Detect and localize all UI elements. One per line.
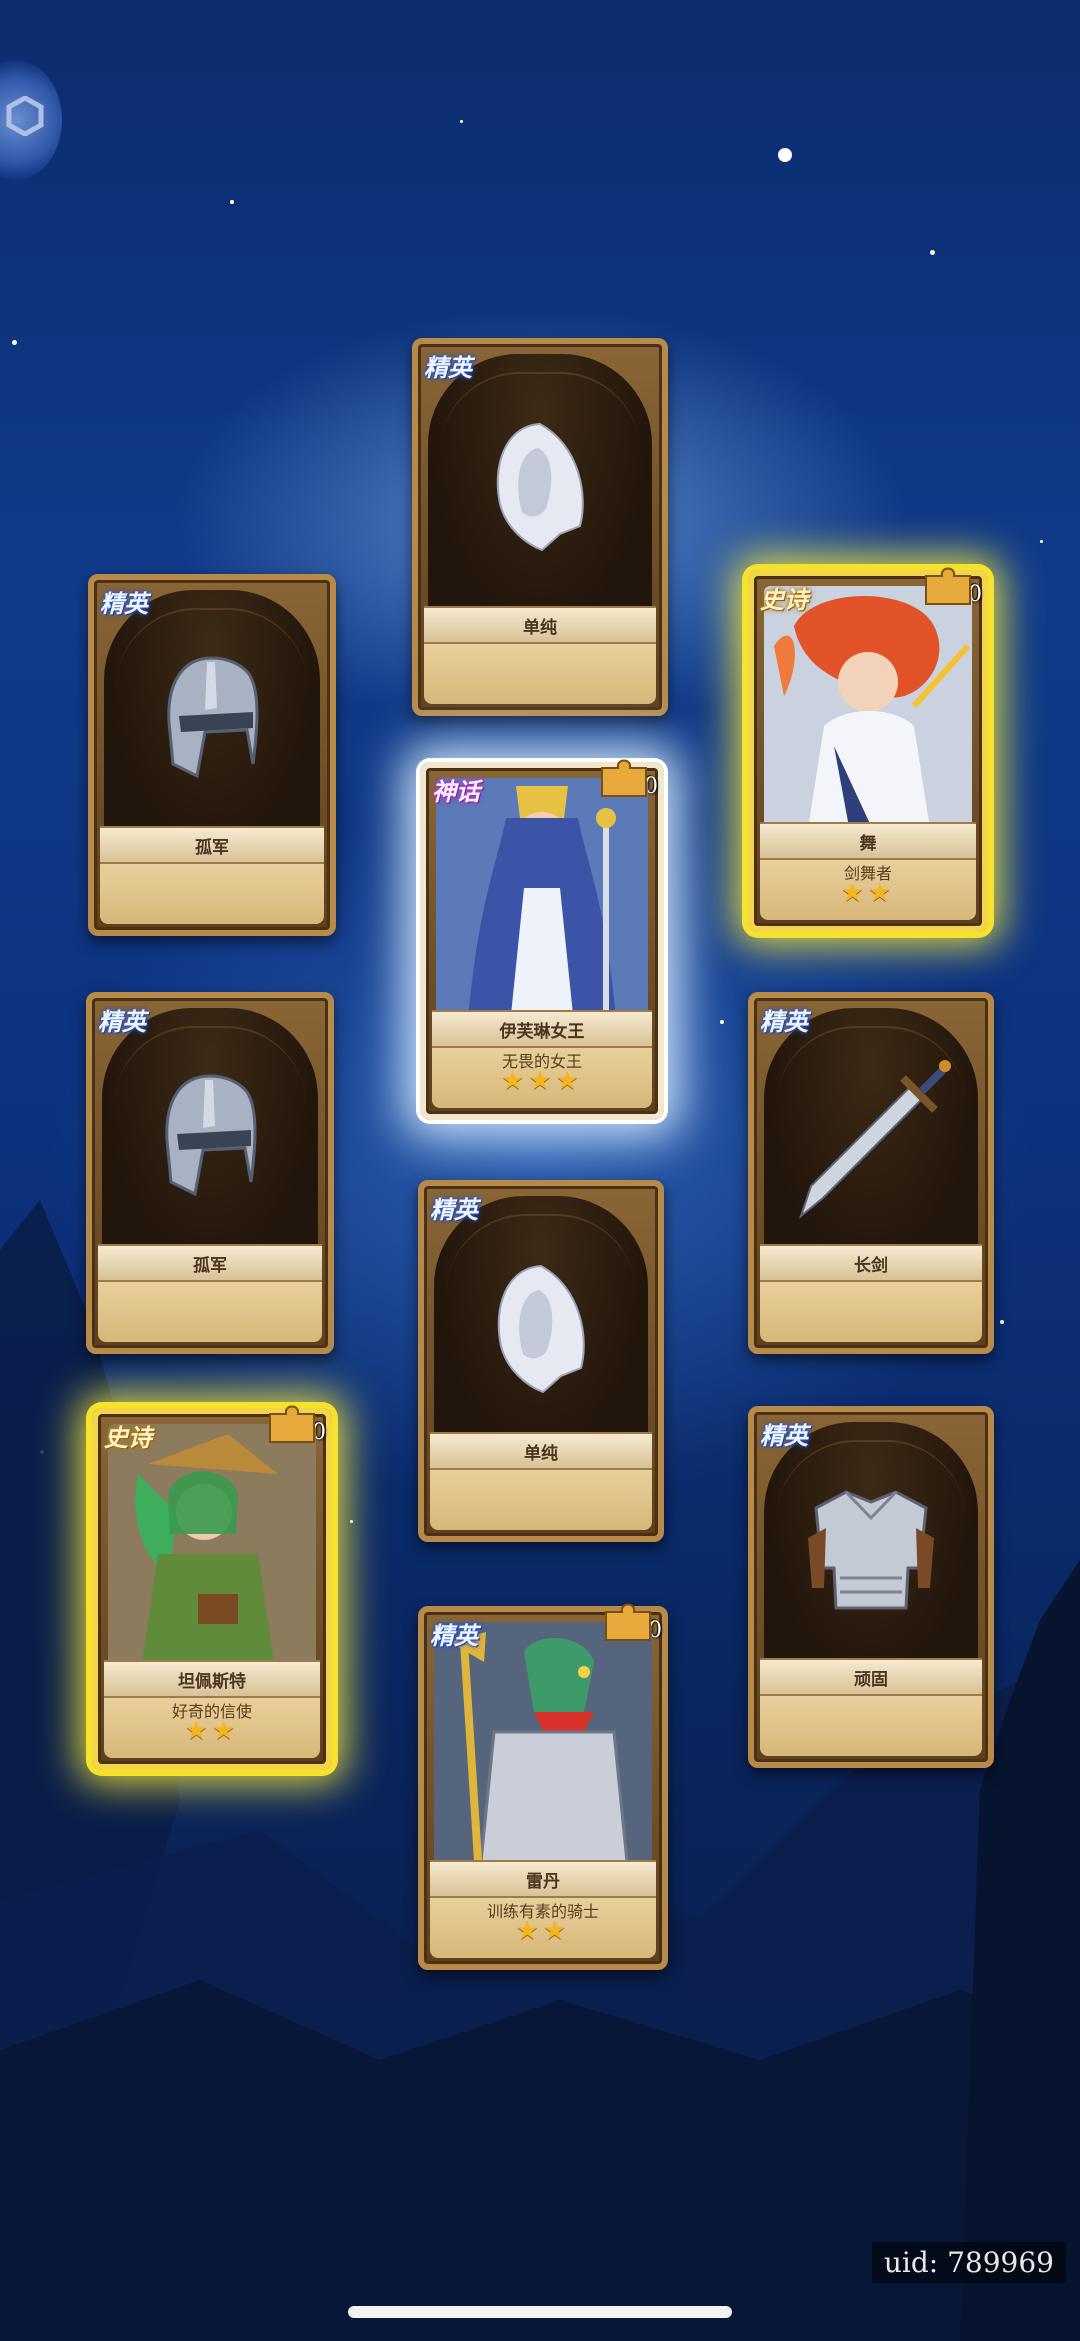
- card-rarity-label: 神话: [432, 778, 480, 806]
- card-art-frame: [434, 1196, 648, 1464]
- card-c9[interactable]: 精英 顽固: [748, 1406, 994, 1768]
- queen-portrait: [436, 778, 648, 1042]
- card-name: 孤军: [100, 826, 324, 864]
- card-art-frame: [436, 778, 648, 1042]
- knight-portrait: [434, 1622, 652, 1892]
- dancer-portrait: [764, 586, 972, 854]
- card-name: 坦佩斯特: [104, 1660, 320, 1698]
- card-foot: 雷丹 训练有素的骑士 ★★: [430, 1860, 656, 1958]
- card-c3[interactable]: 史诗 20 舞 剑舞者 ★★: [748, 567, 988, 932]
- card-name: 顽固: [760, 1658, 982, 1696]
- card-c5[interactable]: 精英 孤军: [86, 992, 334, 1354]
- card-art-frame: [108, 1424, 316, 1692]
- card-rarity-label: 精英: [760, 1422, 808, 1450]
- card-art-frame: [428, 354, 652, 638]
- card-foot: 舞 剑舞者 ★★: [760, 822, 976, 920]
- card-foot: 单纯: [430, 1432, 652, 1530]
- card-stars: ★★: [840, 878, 896, 908]
- card-c8[interactable]: 史诗 20 坦佩斯特 好奇的信使 ★★: [92, 1405, 332, 1770]
- plate-armor-icon: [808, 1490, 934, 1610]
- card-foot: 坦佩斯特 好奇的信使 ★★: [104, 1660, 320, 1758]
- home-indicator[interactable]: [348, 2306, 732, 2318]
- card-name: 单纯: [424, 606, 656, 644]
- card-name: 舞: [760, 822, 976, 860]
- card-rarity-label: 精英: [430, 1196, 478, 1224]
- steel-helmet-icon: [167, 656, 259, 779]
- card-stars: ★★: [184, 1716, 240, 1746]
- card-stars: ★★★: [501, 1066, 583, 1096]
- card-c6[interactable]: 精英 长剑: [748, 992, 994, 1354]
- card-c4[interactable]: 神话 50 伊芙琳女王 无畏的女王 ★★★: [420, 759, 664, 1120]
- card-foot: 伊芙琳女王 无畏的女王 ★★★: [432, 1010, 652, 1108]
- card-c10[interactable]: 精英 10 雷丹 训练有素的骑士 ★★: [418, 1603, 668, 1970]
- card-art-frame: [764, 1422, 978, 1690]
- card-art-frame: [104, 590, 320, 858]
- white-hood-icon: [496, 422, 584, 552]
- puzzle-piece-icon: [269, 1405, 315, 1443]
- settings-badge-icon[interactable]: [0, 60, 62, 180]
- card-foot: 长剑: [760, 1244, 982, 1342]
- card-foot: 顽固: [760, 1658, 982, 1756]
- card-name: 伊芙琳女王: [432, 1010, 652, 1048]
- card-art-frame: [764, 586, 972, 854]
- card-name: 雷丹: [430, 1860, 656, 1898]
- card-c7[interactable]: 精英 单纯: [418, 1180, 664, 1542]
- puzzle-piece-icon: [925, 567, 971, 605]
- uid-label: uid: 789969: [871, 2242, 1066, 2283]
- card-art-frame: [102, 1008, 318, 1276]
- puzzle-piece-icon: [605, 1603, 651, 1641]
- card-c1[interactable]: 精英 单纯: [412, 338, 668, 716]
- card-rarity-label: 精英: [98, 1008, 146, 1036]
- card-name: 长剑: [760, 1244, 982, 1282]
- card-foot: 孤军: [98, 1244, 322, 1342]
- card-rarity-label: 精英: [760, 1008, 808, 1036]
- messenger-portrait: [108, 1424, 316, 1692]
- card-rarity-label: 精英: [100, 590, 148, 618]
- long-sword-icon: [798, 1060, 951, 1219]
- card-rarity-label: 精英: [430, 1622, 478, 1650]
- card-name: 孤军: [98, 1244, 322, 1282]
- puzzle-piece-icon: [601, 759, 647, 797]
- card-rarity-label: 精英: [424, 354, 472, 382]
- card-foot: 孤军: [100, 826, 324, 924]
- steel-helmet-icon: [165, 1074, 257, 1197]
- card-foot: 单纯: [424, 606, 656, 704]
- white-hood-icon: [497, 1264, 585, 1394]
- card-c2[interactable]: 精英 孤军: [88, 574, 336, 936]
- card-art-frame: [764, 1008, 978, 1276]
- card-name: 单纯: [430, 1432, 652, 1470]
- card-rarity-label: 史诗: [104, 1424, 152, 1452]
- card-art-frame: [434, 1622, 652, 1892]
- card-stars: ★★: [515, 1916, 571, 1946]
- card-rarity-label: 史诗: [760, 586, 808, 614]
